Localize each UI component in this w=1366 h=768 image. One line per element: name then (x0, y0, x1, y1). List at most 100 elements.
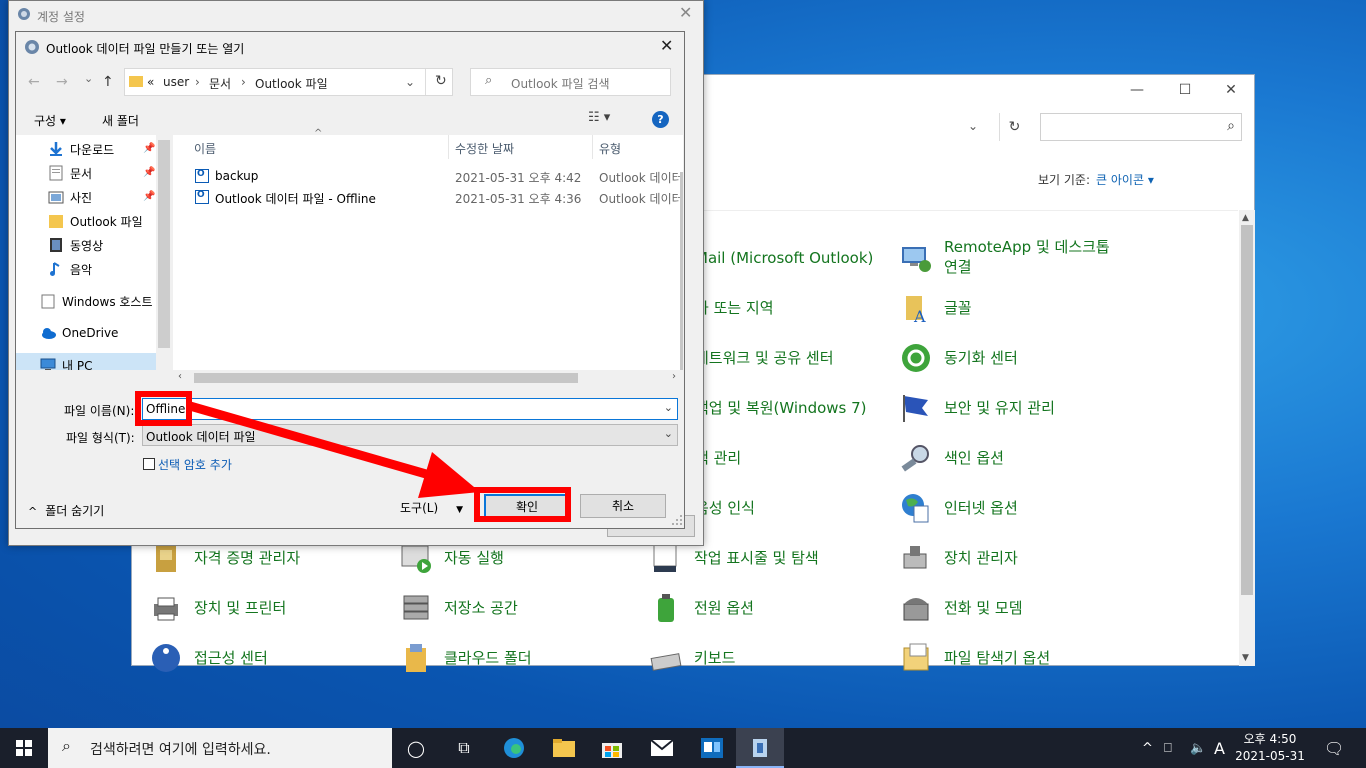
cp-item-internet[interactable]: 인터넷 옵션 (900, 492, 1018, 524)
chevron-down-icon[interactable]: ⌄ (664, 401, 673, 414)
nav-scrollbar-thumb[interactable] (158, 140, 170, 348)
hide-folders-button[interactable]: ^ 폴더 숨기기 (28, 502, 104, 519)
tools-menu[interactable]: 도구(L) ▼ (400, 499, 463, 516)
address-dropdown-chevron-icon[interactable]: ⌄ (968, 119, 978, 133)
show-hidden-icons[interactable]: ^ (1142, 728, 1153, 768)
cp-item-device-manager[interactable]: 장치 관리자 (900, 542, 1018, 574)
network-icon[interactable]: ⎕ (1164, 728, 1172, 768)
outlook-app-icon[interactable] (688, 728, 736, 768)
view-by-dropdown[interactable]: 큰 아이콘 ▾ (1096, 173, 1154, 187)
chevron-down-icon[interactable]: ⌄ (664, 427, 673, 440)
cp-item-autoplay[interactable]: 자동 실행 (400, 542, 504, 574)
scroll-left-icon[interactable]: ‹ (178, 371, 182, 382)
horizontal-scrollbar-thumb[interactable] (194, 373, 578, 383)
organize-menu[interactable]: 구성 ▾ (34, 112, 66, 129)
cp-item-credential[interactable]: 자격 증명 관리자 (150, 542, 300, 574)
cp-item-mail[interactable]: Mail (Microsoft Outlook) (695, 248, 873, 268)
cp-item-backup[interactable]: 백업 및 복원(Windows 7) (695, 398, 867, 418)
mail-icon[interactable] (638, 728, 686, 768)
store-icon[interactable] (588, 728, 636, 768)
nav-item-outlook-files[interactable]: Outlook 파일 (48, 209, 143, 233)
maximize-button[interactable]: ☐ (1162, 75, 1208, 105)
cp-item-network[interactable]: 네트워크 및 공유 센터 (695, 348, 834, 368)
recent-chevron-icon[interactable]: ⌄ (84, 72, 93, 85)
cp-item-phone[interactable]: 전화 및 모뎀 (900, 592, 1023, 624)
task-view-icon[interactable]: ⧉ (440, 728, 488, 768)
column-header-date[interactable]: 수정한 날짜 (455, 140, 514, 157)
edge-icon[interactable] (490, 728, 538, 768)
view-options-icon[interactable]: ☷ ▾ (588, 110, 610, 125)
control-panel-search-input[interactable]: ⌕ (1040, 113, 1242, 141)
nav-item-music[interactable]: 음악 (48, 257, 92, 281)
nav-item-documents[interactable]: 문서 (48, 161, 92, 185)
close-button[interactable]: ✕ (1208, 75, 1254, 105)
breadcrumb-overflow[interactable]: « (147, 75, 154, 89)
back-icon[interactable]: ← (28, 74, 40, 90)
file-explorer-icon[interactable] (540, 728, 588, 768)
password-checkbox[interactable] (143, 458, 155, 470)
volume-icon[interactable]: 🔈 (1190, 728, 1206, 768)
cp-item-cloud-folder[interactable]: 클라우드 폴더 (400, 642, 532, 674)
scroll-down-icon[interactable]: ▼ (1242, 653, 1249, 663)
nav-item-videos[interactable]: 동영상 (48, 233, 103, 257)
notification-icon[interactable]: 🗨 (1324, 728, 1344, 768)
filename-input[interactable]: Offline ⌄ (142, 398, 678, 420)
cp-item-region[interactable]: 가 또는 지역 (695, 298, 774, 318)
power-icon (650, 592, 682, 624)
taskbar-search[interactable]: ⌕ 검색하려면 여기에 입력하세요. (48, 728, 392, 768)
column-header-name[interactable]: 이름 (194, 140, 216, 157)
forward-icon[interactable]: → (56, 74, 68, 90)
address-bar[interactable]: « user › 문서 › Outlook 파일 ⌄ ↻ (124, 68, 453, 96)
folder-icon (129, 74, 143, 91)
minimize-button[interactable]: — (1114, 75, 1160, 105)
nav-item-windows-host[interactable]: Windows 호스트 (40, 289, 153, 313)
cp-item-keyboard[interactable]: 키보드 (650, 642, 735, 674)
help-icon[interactable]: ? (652, 111, 669, 128)
filetype-select[interactable]: Outlook 데이터 파일 ⌄ (142, 424, 678, 446)
search-input[interactable]: ⌕ Outlook 파일 검색 (470, 68, 671, 96)
cp-item-printer[interactable]: 장치 및 프린터 (150, 592, 286, 624)
cp-item-power[interactable]: 전원 옵션 (650, 592, 754, 624)
breadcrumb-outlook-files[interactable]: Outlook 파일 (255, 75, 328, 92)
windows-icon (16, 740, 32, 756)
file-row[interactable]: backup 2021-05-31 오후 4:42 Outlook 데이터 (193, 166, 683, 187)
cortana-icon[interactable]: ◯ (392, 728, 440, 768)
column-header-type[interactable]: 유형 (599, 140, 621, 157)
cancel-button[interactable]: 취소 (580, 494, 666, 518)
cp-item-taskbar[interactable]: 작업 표시줄 및 탐색 (650, 542, 819, 574)
new-folder-button[interactable]: 새 폴더 (102, 112, 139, 129)
cp-item-index[interactable]: 색인 옵션 (900, 442, 1004, 474)
input-method-icon[interactable]: A (1214, 728, 1225, 768)
scroll-right-icon[interactable]: › (672, 371, 676, 382)
cp-item-storage[interactable]: 저장소 공간 (400, 592, 518, 624)
cp-item-accessibility[interactable]: 접근성 센터 (150, 642, 268, 674)
breadcrumb-sep-icon[interactable]: › (195, 75, 200, 89)
breadcrumb-documents[interactable]: 문서 (209, 75, 231, 92)
account-settings-close-icon[interactable]: ✕ (679, 3, 692, 22)
cp-item-sync[interactable]: 동기화 센터 (900, 342, 1018, 374)
file-row[interactable]: Outlook 데이터 파일 - Offline 2021-05-31 오후 4… (193, 187, 683, 208)
refresh-icon[interactable]: ↻ (435, 73, 447, 89)
file-list-scrollbar-thumb[interactable] (680, 172, 683, 370)
scroll-up-icon[interactable]: ▲ (1242, 213, 1249, 223)
nav-item-downloads[interactable]: 다운로드 (48, 137, 114, 161)
control-panel-taskbar-icon[interactable] (736, 728, 784, 768)
dialog-close-icon[interactable]: ✕ (660, 36, 673, 55)
breadcrumb-user[interactable]: user (163, 75, 189, 89)
up-icon[interactable]: ↑ (102, 74, 114, 90)
nav-item-onedrive[interactable]: OneDrive (40, 321, 118, 345)
cp-item-explorer-options[interactable]: 파일 탐색기 옵션 (900, 642, 1050, 674)
nav-item-pictures[interactable]: 사진 (48, 185, 92, 209)
cp-item-security[interactable]: 보안 및 유지 관리 (900, 392, 1055, 424)
scrollbar-thumb[interactable] (1241, 225, 1253, 595)
breadcrumb-sep-icon[interactable]: › (241, 75, 246, 89)
clock[interactable]: 오후 4:50 2021-05-31 (1232, 731, 1308, 765)
cp-item-font[interactable]: A 글꼴 (900, 292, 972, 326)
password-checkbox-label[interactable]: 선택 암호 추가 (158, 456, 232, 473)
cp-item-remoteapp[interactable]: RemoteApp 및 데스크톱 연결 (900, 237, 1110, 277)
start-button[interactable] (0, 728, 48, 768)
address-dropdown-icon[interactable]: ⌄ (405, 75, 415, 89)
refresh-button[interactable]: ↻ (999, 113, 1029, 141)
resize-grip-icon[interactable] (671, 514, 683, 526)
nav-horizontal-scrollbar[interactable] (16, 370, 172, 385)
